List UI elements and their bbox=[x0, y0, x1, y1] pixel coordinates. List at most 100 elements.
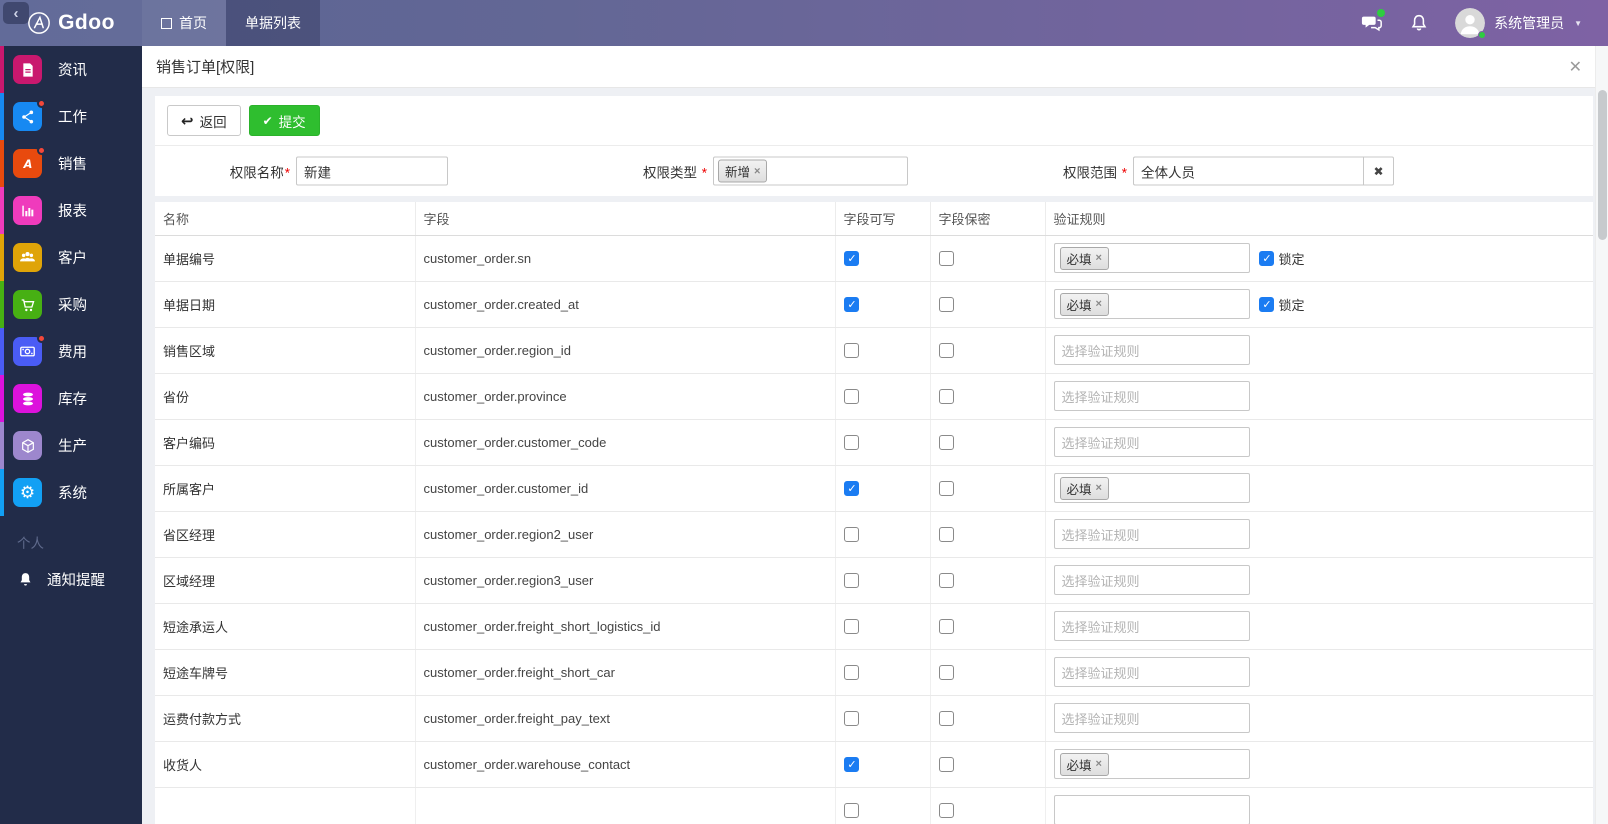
sidebar-item-label: 费用 bbox=[58, 345, 87, 361]
table-row bbox=[155, 787, 1593, 824]
vertical-scrollbar[interactable] bbox=[1595, 46, 1608, 824]
sidebar-item-color-strip bbox=[0, 328, 4, 375]
rule-select[interactable]: 选择验证规则 bbox=[1053, 381, 1250, 411]
writable-checkbox[interactable] bbox=[843, 343, 859, 359]
writable-checkbox[interactable]: ✓ bbox=[843, 251, 859, 267]
writable-checkbox[interactable] bbox=[843, 803, 859, 819]
tag-remove-icon[interactable]: × bbox=[754, 165, 760, 177]
table-row: 单据日期 customer_order.created_at ✓ 必填 × ✓ 锁定 bbox=[155, 281, 1593, 328]
rule-select[interactable]: 选择验证规则 bbox=[1053, 427, 1250, 457]
secret-cell bbox=[930, 235, 1046, 282]
lock-checkbox[interactable]: ✓ bbox=[1258, 296, 1274, 312]
writable-cell bbox=[835, 419, 931, 466]
rule-select[interactable]: 必填 × bbox=[1053, 473, 1250, 503]
checkmark-icon: ✓ bbox=[847, 483, 857, 496]
tab-doc-list[interactable]: 单据列表 bbox=[226, 0, 320, 46]
sidebar-item-sales[interactable]: A 销售 bbox=[0, 140, 142, 187]
permission-scope-input[interactable] bbox=[1133, 156, 1363, 186]
submit-button[interactable]: ✔ 提交 bbox=[248, 105, 320, 136]
row-name-cell: 销售区域 bbox=[155, 327, 416, 374]
tab-home[interactable]: 首页 bbox=[142, 0, 226, 46]
back-button[interactable]: ↩ 返回 bbox=[167, 105, 241, 136]
bell-icon[interactable] bbox=[1408, 12, 1430, 34]
notification-badge-dot bbox=[37, 99, 46, 108]
tag-remove-icon[interactable]: × bbox=[1096, 298, 1102, 310]
sidebar-item-customer[interactable]: 客户 bbox=[0, 234, 142, 281]
writable-checkbox[interactable] bbox=[843, 665, 859, 681]
secret-checkbox[interactable] bbox=[938, 481, 954, 497]
rule-select[interactable]: 必填 × bbox=[1053, 289, 1250, 319]
sidebar-collapse-button[interactable]: ‹ bbox=[3, 2, 29, 24]
rule-select[interactable] bbox=[1053, 795, 1250, 824]
gdoo-logo-icon bbox=[28, 12, 50, 34]
writable-checkbox[interactable]: ✓ bbox=[843, 481, 859, 497]
sidebar-item-report[interactable]: 报表 bbox=[0, 187, 142, 234]
sidebar-item-system[interactable]: ⚙ 系统 bbox=[0, 469, 142, 516]
writable-checkbox[interactable]: ✓ bbox=[843, 757, 859, 773]
row-name-cell: 客户编码 bbox=[155, 419, 416, 466]
sidebar-item-purchase[interactable]: 采购 bbox=[0, 281, 142, 328]
secret-cell bbox=[930, 603, 1046, 650]
row-name-cell bbox=[155, 787, 416, 824]
rule-select[interactable]: 选择验证规则 bbox=[1053, 519, 1250, 549]
rule-placeholder: 选择验证规则 bbox=[1061, 389, 1140, 405]
rule-select[interactable]: 选择验证规则 bbox=[1053, 565, 1250, 595]
writable-checkbox[interactable]: ✓ bbox=[843, 297, 859, 313]
secret-checkbox[interactable] bbox=[938, 389, 954, 405]
writable-checkbox[interactable] bbox=[843, 389, 859, 405]
sidebar-item-expense[interactable]: 费用 bbox=[0, 328, 142, 375]
database-icon bbox=[13, 384, 42, 413]
lock-checkbox[interactable]: ✓ bbox=[1258, 250, 1274, 266]
writable-checkbox[interactable] bbox=[843, 619, 859, 635]
tag-remove-icon[interactable]: × bbox=[1096, 482, 1102, 494]
tag-remove-icon[interactable]: × bbox=[1096, 252, 1102, 264]
svg-text:A: A bbox=[22, 157, 32, 171]
scope-clear-button[interactable]: ✖ bbox=[1363, 156, 1394, 186]
checkmark-icon: ✓ bbox=[847, 299, 857, 312]
sidebar-item-news[interactable]: 资讯 bbox=[0, 46, 142, 93]
sidebar-item-production[interactable]: 生产 bbox=[0, 422, 142, 469]
secret-checkbox[interactable] bbox=[938, 711, 954, 727]
main-area: 销售订单[权限] ✕ ↩ 返回 ✔ 提交 权限名称* 权限类 bbox=[142, 46, 1608, 824]
secret-checkbox[interactable] bbox=[938, 435, 954, 451]
secret-checkbox[interactable] bbox=[938, 803, 954, 819]
secret-checkbox[interactable] bbox=[938, 343, 954, 359]
writable-checkbox[interactable] bbox=[843, 573, 859, 589]
secret-checkbox[interactable] bbox=[938, 527, 954, 543]
rule-select[interactable]: 选择验证规则 bbox=[1053, 611, 1250, 641]
rule-select[interactable]: 选择验证规则 bbox=[1053, 335, 1250, 365]
sidebar-item-work[interactable]: 工作 bbox=[0, 93, 142, 140]
table-row: 客户编码 customer_order.customer_code 选择验证规则 bbox=[155, 419, 1593, 466]
sidebar-item-inventory[interactable]: 库存 bbox=[0, 375, 142, 422]
permission-type-select[interactable]: 新增 × bbox=[713, 156, 908, 186]
rule-select[interactable]: 必填 × bbox=[1053, 749, 1250, 779]
sidebar-item-color-strip bbox=[0, 46, 4, 93]
secret-checkbox[interactable] bbox=[938, 573, 954, 589]
checkmark-icon: ✓ bbox=[1262, 298, 1272, 311]
scrollbar-thumb[interactable] bbox=[1598, 90, 1607, 240]
navbar-right: 系统管理员 ▼ bbox=[1361, 0, 1608, 46]
permission-scope-label: 权限范围 * bbox=[1062, 165, 1127, 180]
writable-cell: ✓ bbox=[835, 741, 931, 788]
sidebar-item-notifications[interactable]: 通知提醒 bbox=[0, 558, 142, 600]
writable-checkbox[interactable] bbox=[843, 711, 859, 727]
rule-select[interactable]: 选择验证规则 bbox=[1053, 703, 1250, 733]
writable-cell bbox=[835, 327, 931, 374]
secret-checkbox[interactable] bbox=[938, 619, 954, 635]
chat-icon[interactable] bbox=[1361, 9, 1386, 34]
writable-checkbox[interactable] bbox=[843, 435, 859, 451]
tag-remove-icon[interactable]: × bbox=[1096, 758, 1102, 770]
user-menu[interactable]: 系统管理员 ▼ bbox=[1455, 8, 1582, 39]
secret-checkbox[interactable] bbox=[938, 757, 954, 773]
secret-checkbox[interactable] bbox=[938, 665, 954, 681]
users-icon bbox=[13, 243, 42, 272]
writable-checkbox[interactable] bbox=[843, 527, 859, 543]
secret-checkbox[interactable] bbox=[938, 297, 954, 313]
permission-name-input[interactable] bbox=[296, 156, 448, 186]
rule-select[interactable]: 选择验证规则 bbox=[1053, 657, 1250, 687]
sidebar-section-personal: 个人 bbox=[17, 536, 44, 551]
sidebar: 资讯 工作 A 销售 报表 客户 采购费用库存 生产 ⚙ 系统 个人 通知提醒 bbox=[0, 46, 142, 824]
secret-checkbox[interactable] bbox=[938, 251, 954, 267]
close-icon[interactable]: ✕ bbox=[1565, 55, 1586, 79]
rule-select[interactable]: 必填 × bbox=[1053, 243, 1250, 273]
